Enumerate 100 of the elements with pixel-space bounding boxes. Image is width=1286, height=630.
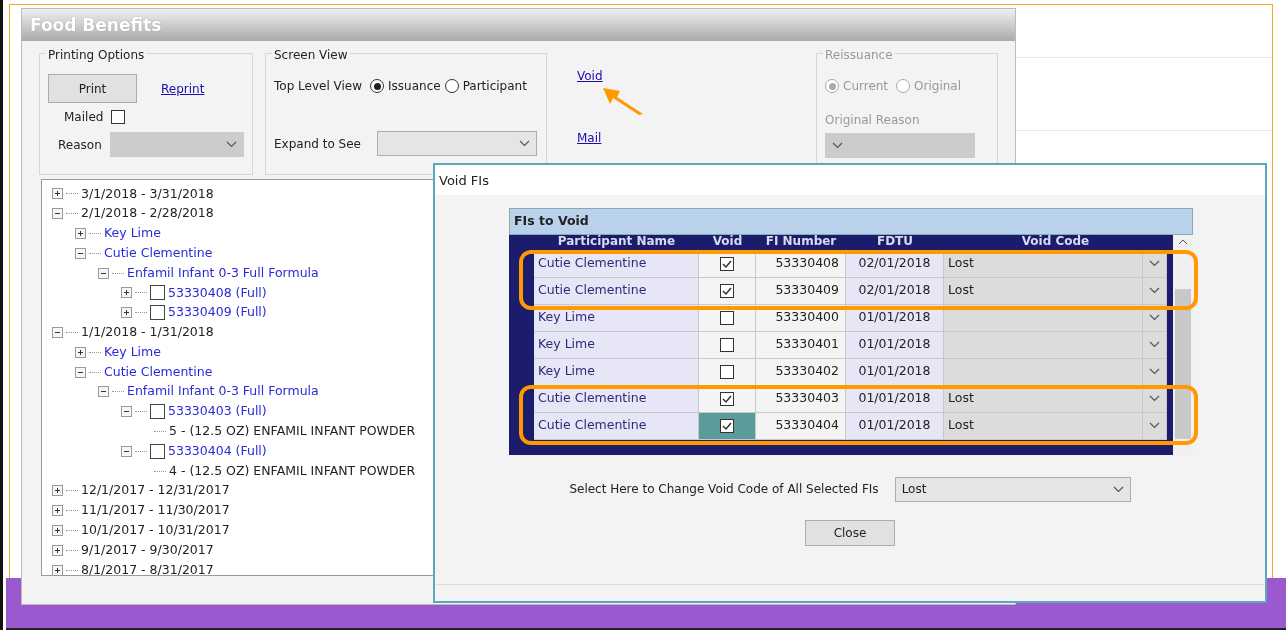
radio-label: Original <box>914 78 962 95</box>
tree-label[interactable]: 2/1/2018 - 2/28/2018 <box>81 204 214 224</box>
checkbox[interactable] <box>720 283 734 298</box>
tree-label: 5 - (12.5 OZ) ENFAMIL INFANT POWDER <box>169 422 416 441</box>
tree-label: 4 - (12.5 OZ) ENFAMIL INFANT POWDER <box>169 461 416 480</box>
table-cell[interactable] <box>699 412 756 440</box>
group-header: FIs to Void <box>509 208 1193 235</box>
expand-icon[interactable] <box>121 307 132 319</box>
tree-label[interactable]: Key Lime <box>104 342 161 362</box>
table-cell: Key Lime <box>534 358 699 386</box>
radio-label: Participant <box>462 78 527 95</box>
caret-icon <box>1112 485 1124 493</box>
checkbox[interactable] <box>150 404 165 420</box>
group-title: Printing Options <box>46 46 147 64</box>
void-code-dropdown[interactable]: Lost <box>944 412 1167 440</box>
tree-label[interactable]: 53330403 (Full) <box>168 402 267 422</box>
collapse-icon[interactable] <box>121 406 132 418</box>
checkbox[interactable] <box>720 337 734 352</box>
checkbox[interactable] <box>150 285 165 301</box>
void-code-dropdown[interactable]: Lost <box>894 476 1131 502</box>
close-button[interactable]: Close <box>805 519 895 546</box>
expand-icon[interactable] <box>52 485 63 497</box>
tree-label[interactable]: 3/1/2018 - 3/31/2018 <box>81 184 214 204</box>
table-cell[interactable] <box>699 277 756 305</box>
tree-label[interactable]: Cutie Clementine <box>104 362 213 382</box>
caret-icon <box>1149 395 1160 403</box>
expand-icon[interactable] <box>52 188 63 200</box>
column-header: Void <box>711 234 744 250</box>
link[interactable]: Mail <box>577 129 679 147</box>
checkbox[interactable] <box>720 310 734 325</box>
table-cell: 53330404 <box>756 412 846 440</box>
field-label: Top Level View <box>274 78 363 95</box>
radio-button[interactable] <box>444 79 459 93</box>
collapse-icon[interactable] <box>98 267 109 279</box>
caret-icon <box>1149 287 1160 295</box>
tree-label[interactable]: 11/1/2017 - 11/30/2017 <box>81 501 230 520</box>
expand-icon[interactable] <box>121 287 132 299</box>
field-label: Expand to See <box>274 135 361 153</box>
reprint-link[interactable]: Reprint <box>161 79 205 98</box>
tree-label[interactable]: 8/1/2017 - 8/31/2017 <box>81 560 214 575</box>
tree-label[interactable]: 12/1/2017 - 12/31/2017 <box>81 481 230 501</box>
expand-icon[interactable] <box>52 564 63 575</box>
column-header: FDTU <box>875 234 915 250</box>
checkbox[interactable] <box>720 391 734 406</box>
checkbox[interactable] <box>720 256 734 271</box>
caret-icon <box>1149 422 1160 430</box>
collapse-icon[interactable] <box>98 386 109 398</box>
expand-icon[interactable] <box>52 524 63 536</box>
tree-label[interactable]: 9/1/2017 - 9/30/2017 <box>81 540 214 560</box>
scrollbar[interactable] <box>1173 234 1193 455</box>
table-cell: 01/01/2018 <box>846 412 944 440</box>
tree-label[interactable]: Enfamil Infant 0-3 Full Formula <box>127 263 319 283</box>
dialog-title: Void FIs <box>435 165 1265 195</box>
collapse-icon[interactable] <box>52 326 63 338</box>
field-label: Original Reason <box>825 112 921 129</box>
radio-label: Issuance <box>388 78 441 95</box>
column-header: Participant Name <box>556 234 677 250</box>
table-cell[interactable] <box>699 358 756 386</box>
collapse-icon[interactable] <box>121 445 132 457</box>
collapse-icon[interactable] <box>52 208 63 220</box>
tree-label[interactable]: 10/1/2017 - 10/31/2017 <box>81 521 230 540</box>
checkbox[interactable] <box>111 110 126 124</box>
collapse-icon[interactable] <box>75 366 86 378</box>
tree-label[interactable]: 53330408 (Full) <box>168 283 267 303</box>
dropdown-value: Lost <box>947 389 975 408</box>
checkbox-label: Mailed <box>64 109 104 126</box>
tree-label[interactable]: Cutie Clementine <box>104 243 213 263</box>
table-cell: 01/01/2018 <box>846 358 944 386</box>
dropdown-value: Lost <box>947 416 975 435</box>
window-title: Food Benefits <box>22 9 1015 41</box>
table-cell[interactable] <box>699 331 756 359</box>
caret-icon <box>1149 314 1160 322</box>
dropdown-value: Lost <box>947 281 975 300</box>
print-button[interactable]: Print <box>48 74 137 103</box>
expand-icon[interactable] <box>52 544 63 556</box>
table-cell: Cutie Clementine <box>534 277 699 305</box>
field-label: Reason <box>58 136 102 154</box>
checkbox[interactable] <box>720 418 734 433</box>
tree-label[interactable]: 1/1/2018 - 1/31/2018 <box>81 323 214 342</box>
caret-icon <box>518 140 530 147</box>
expand-icon[interactable] <box>75 228 86 239</box>
link[interactable]: Void <box>577 67 679 85</box>
field-label: Select Here to Change Void Code of All Selected FIs <box>569 481 879 499</box>
checkbox[interactable] <box>150 305 165 321</box>
expand-icon[interactable] <box>52 505 63 517</box>
checkbox[interactable] <box>720 364 734 379</box>
column-header: FI Number <box>764 234 838 250</box>
table-cell: 02/01/2018 <box>846 277 944 305</box>
tree-label[interactable]: Key Lime <box>104 224 161 243</box>
expand-icon[interactable] <box>75 346 86 358</box>
collapse-icon[interactable] <box>75 247 86 259</box>
dropdown-value: Lost <box>947 254 975 273</box>
tree-label[interactable]: 53330404 (Full) <box>168 441 267 461</box>
table-cell: 53330402 <box>756 358 846 386</box>
checkbox[interactable] <box>150 443 165 459</box>
tree-label[interactable]: 53330409 (Full) <box>168 303 267 323</box>
void-code-dropdown[interactable]: Lost <box>944 277 1167 305</box>
tree-label[interactable]: Enfamil Infant 0-3 Full Formula <box>127 382 319 402</box>
radio-button[interactable] <box>370 79 385 93</box>
radio-label: Current <box>843 78 889 95</box>
